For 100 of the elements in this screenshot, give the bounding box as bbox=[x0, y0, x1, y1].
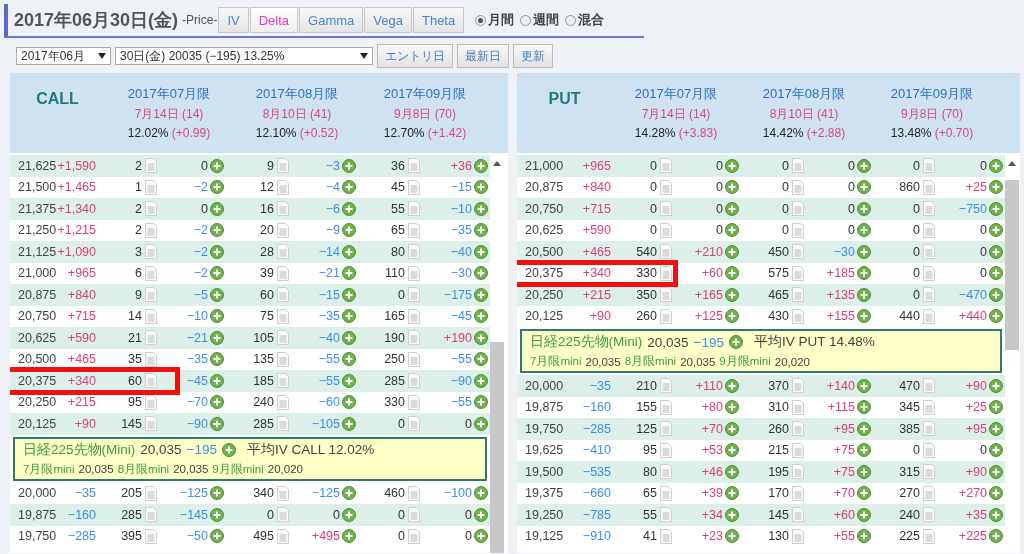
add-icon[interactable] bbox=[210, 309, 224, 324]
add-icon[interactable] bbox=[989, 378, 1003, 393]
add-icon[interactable] bbox=[725, 309, 739, 324]
add-icon[interactable] bbox=[857, 400, 871, 415]
greek-tab[interactable]: Vega bbox=[364, 7, 412, 33]
add-icon[interactable] bbox=[342, 395, 356, 410]
greek-tab[interactable]: Delta bbox=[249, 7, 299, 33]
add-icon[interactable] bbox=[222, 442, 236, 457]
add-icon[interactable] bbox=[725, 507, 739, 522]
add-icon[interactable] bbox=[857, 464, 871, 479]
radio-button[interactable] bbox=[520, 14, 532, 26]
add-icon[interactable] bbox=[989, 244, 1003, 259]
add-icon[interactable] bbox=[210, 244, 224, 259]
add-icon[interactable] bbox=[342, 158, 356, 173]
add-icon[interactable] bbox=[857, 201, 871, 216]
add-icon[interactable] bbox=[857, 443, 871, 458]
add-icon[interactable] bbox=[210, 201, 224, 216]
add-icon[interactable] bbox=[857, 507, 871, 522]
add-icon[interactable] bbox=[342, 507, 356, 522]
add-icon[interactable] bbox=[725, 400, 739, 415]
add-icon[interactable] bbox=[210, 223, 224, 238]
add-icon[interactable] bbox=[210, 266, 224, 281]
add-icon[interactable] bbox=[210, 486, 224, 501]
add-icon[interactable] bbox=[725, 443, 739, 458]
add-icon[interactable] bbox=[725, 266, 739, 281]
add-icon[interactable] bbox=[989, 180, 1003, 195]
add-icon[interactable] bbox=[474, 395, 488, 410]
add-icon[interactable] bbox=[725, 223, 739, 238]
add-icon[interactable] bbox=[989, 529, 1003, 544]
add-icon[interactable] bbox=[857, 421, 871, 436]
add-icon[interactable] bbox=[210, 287, 224, 302]
add-icon[interactable] bbox=[342, 486, 356, 501]
period-label[interactable]: 週間 bbox=[533, 11, 560, 29]
add-icon[interactable] bbox=[474, 486, 488, 501]
add-icon[interactable] bbox=[342, 287, 356, 302]
period-label[interactable]: 混合 bbox=[578, 11, 605, 29]
add-icon[interactable] bbox=[474, 529, 488, 544]
add-icon[interactable] bbox=[989, 486, 1003, 501]
add-icon[interactable] bbox=[342, 244, 356, 259]
add-icon[interactable] bbox=[989, 464, 1003, 479]
period-label[interactable]: 月間 bbox=[488, 11, 515, 29]
add-icon[interactable] bbox=[342, 180, 356, 195]
add-icon[interactable] bbox=[857, 287, 871, 302]
add-icon[interactable] bbox=[989, 507, 1003, 522]
add-icon[interactable] bbox=[474, 244, 488, 259]
add-icon[interactable] bbox=[474, 352, 488, 367]
add-icon[interactable] bbox=[989, 201, 1003, 216]
add-icon[interactable] bbox=[210, 330, 224, 345]
add-icon[interactable] bbox=[474, 223, 488, 238]
add-icon[interactable] bbox=[474, 373, 488, 388]
toolbar-button[interactable]: エントリ日 bbox=[377, 44, 453, 68]
add-icon[interactable] bbox=[474, 507, 488, 522]
add-icon[interactable] bbox=[210, 416, 224, 431]
add-icon[interactable] bbox=[474, 201, 488, 216]
add-icon[interactable] bbox=[725, 201, 739, 216]
toolbar-button[interactable]: 最新日 bbox=[457, 44, 509, 68]
add-icon[interactable] bbox=[989, 309, 1003, 324]
add-icon[interactable] bbox=[474, 180, 488, 195]
add-icon[interactable] bbox=[474, 158, 488, 173]
add-icon[interactable] bbox=[474, 266, 488, 281]
add-icon[interactable] bbox=[725, 421, 739, 436]
add-icon[interactable] bbox=[725, 180, 739, 195]
add-icon[interactable] bbox=[342, 223, 356, 238]
radio-button[interactable] bbox=[565, 14, 577, 26]
add-icon[interactable] bbox=[857, 266, 871, 281]
add-icon[interactable] bbox=[342, 529, 356, 544]
add-icon[interactable] bbox=[725, 158, 739, 173]
add-icon[interactable] bbox=[210, 352, 224, 367]
add-icon[interactable] bbox=[725, 287, 739, 302]
add-icon[interactable] bbox=[474, 330, 488, 345]
add-icon[interactable] bbox=[857, 486, 871, 501]
add-icon[interactable] bbox=[474, 309, 488, 324]
add-icon[interactable] bbox=[725, 529, 739, 544]
add-icon[interactable] bbox=[210, 158, 224, 173]
add-icon[interactable] bbox=[857, 529, 871, 544]
add-icon[interactable] bbox=[342, 266, 356, 281]
add-icon[interactable] bbox=[342, 330, 356, 345]
add-icon[interactable] bbox=[210, 507, 224, 522]
add-icon[interactable] bbox=[342, 416, 356, 431]
add-icon[interactable] bbox=[989, 421, 1003, 436]
add-icon[interactable] bbox=[725, 244, 739, 259]
add-icon[interactable] bbox=[210, 395, 224, 410]
greek-tab[interactable]: Theta bbox=[412, 7, 465, 33]
add-icon[interactable] bbox=[725, 378, 739, 393]
add-icon[interactable] bbox=[210, 180, 224, 195]
add-icon[interactable] bbox=[725, 464, 739, 479]
add-icon[interactable] bbox=[857, 309, 871, 324]
add-icon[interactable] bbox=[857, 180, 871, 195]
radio-button[interactable] bbox=[475, 14, 487, 26]
add-icon[interactable] bbox=[210, 373, 224, 388]
add-icon[interactable] bbox=[989, 400, 1003, 415]
month-dropdown[interactable]: 2017年06月 bbox=[16, 47, 111, 65]
add-icon[interactable] bbox=[210, 529, 224, 544]
add-icon[interactable] bbox=[989, 266, 1003, 281]
add-icon[interactable] bbox=[989, 223, 1003, 238]
add-icon[interactable] bbox=[857, 244, 871, 259]
add-icon[interactable] bbox=[474, 287, 488, 302]
add-icon[interactable] bbox=[342, 309, 356, 324]
add-icon[interactable] bbox=[342, 352, 356, 367]
add-icon[interactable] bbox=[857, 223, 871, 238]
